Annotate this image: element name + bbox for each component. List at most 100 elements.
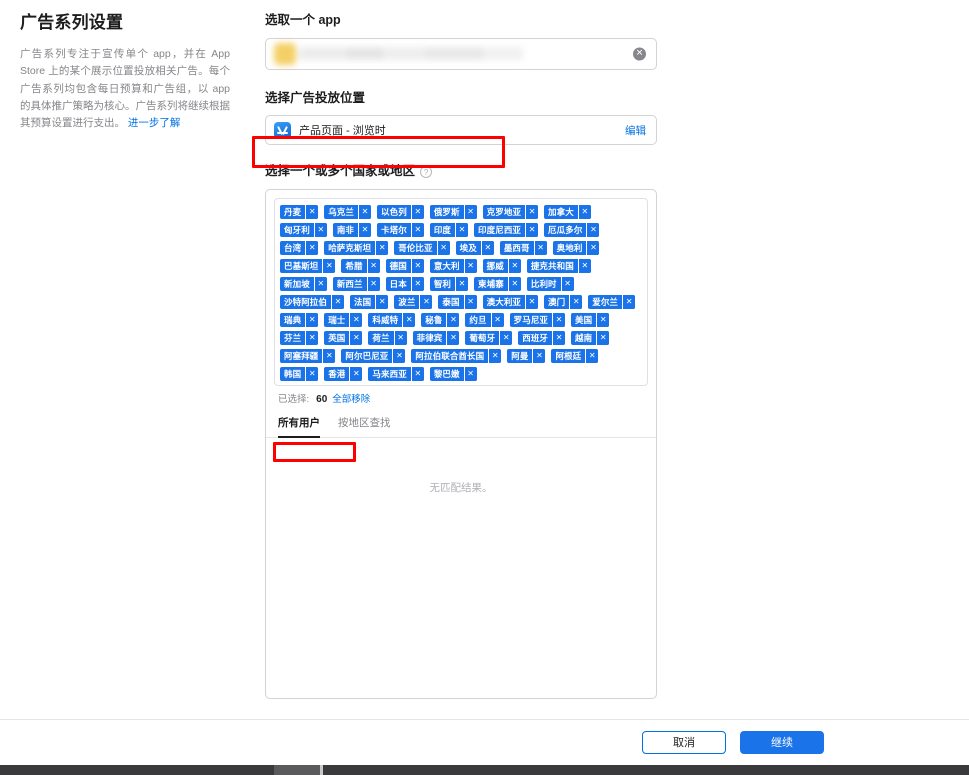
country-tag[interactable]: 澳门 ✕: [544, 294, 583, 309]
remove-country-icon[interactable]: ✕: [585, 348, 599, 363]
remove-country-icon[interactable]: ✕: [410, 366, 424, 381]
remove-country-icon[interactable]: ✕: [525, 294, 539, 309]
country-tag[interactable]: 匈牙利 ✕: [280, 222, 327, 237]
remove-country-icon[interactable]: ✕: [322, 258, 336, 273]
country-tag[interactable]: 南非 ✕: [332, 222, 372, 237]
country-tag[interactable]: 希腊 ✕: [341, 258, 380, 273]
edit-placement-link[interactable]: 编辑: [625, 123, 646, 138]
remove-country-icon[interactable]: ✕: [305, 240, 319, 255]
country-tag[interactable]: 越南 ✕: [571, 330, 610, 345]
remove-country-icon[interactable]: ✕: [366, 258, 380, 273]
remove-country-icon[interactable]: ✕: [533, 240, 547, 255]
clear-app-icon[interactable]: ✕: [633, 47, 646, 60]
country-tag[interactable]: 奥地利 ✕: [552, 240, 600, 255]
app-select-field[interactable]: ✕: [265, 37, 657, 70]
remove-country-icon[interactable]: ✕: [410, 276, 424, 291]
country-tag[interactable]: 韩国 ✕: [280, 366, 319, 381]
cancel-button[interactable]: 取消: [642, 730, 726, 754]
remove-country-icon[interactable]: ✕: [419, 294, 433, 309]
remove-country-icon[interactable]: ✕: [358, 222, 372, 237]
country-tag[interactable]: 墨西哥 ✕: [499, 240, 547, 255]
tab-all-users[interactable]: 所有用户: [278, 413, 320, 438]
country-tag[interactable]: 美国 ✕: [571, 312, 610, 327]
country-tag[interactable]: 哥伦比亚 ✕: [394, 240, 450, 255]
country-tag[interactable]: 德国 ✕: [385, 258, 424, 273]
remove-country-icon[interactable]: ✕: [322, 348, 336, 363]
remove-country-icon[interactable]: ✕: [586, 222, 600, 237]
tab-find-by-region[interactable]: 按地区查找: [338, 413, 391, 438]
remove-country-icon[interactable]: ✕: [490, 312, 504, 327]
remove-country-icon[interactable]: ✕: [577, 204, 591, 219]
country-tag[interactable]: 印度尼西亚 ✕: [474, 222, 539, 237]
remove-country-icon[interactable]: ✕: [375, 294, 389, 309]
remove-country-icon[interactable]: ✕: [446, 330, 460, 345]
country-tag[interactable]: 卡塔尔 ✕: [377, 222, 424, 237]
remove-country-icon[interactable]: ✕: [305, 330, 319, 345]
remove-country-icon[interactable]: ✕: [622, 294, 636, 309]
selected-countries-list[interactable]: 丹麦 ✕ 乌克兰 ✕ 以色列 ✕ 俄罗斯 ✕ 克罗地亚 ✕ 加拿大 ✕ 匈牙利 ✕ 南非 ✕ 卡塔尔 ✕ 印度 ✕ 印度…: [274, 197, 648, 386]
country-tag[interactable]: 沙特阿拉伯 ✕: [280, 294, 345, 309]
country-tag[interactable]: 科威特 ✕: [368, 312, 416, 327]
remove-country-icon[interactable]: ✕: [569, 294, 583, 309]
country-tag[interactable]: 新加坡 ✕: [280, 276, 327, 291]
remove-country-icon[interactable]: ✕: [305, 204, 319, 219]
country-tag[interactable]: 意大利 ✕: [429, 258, 477, 273]
placement-row[interactable]: 产品页面 - 浏览时 编辑: [265, 115, 657, 145]
continue-button[interactable]: 继续: [740, 730, 824, 754]
remove-country-icon[interactable]: ✕: [455, 276, 469, 291]
remove-country-icon[interactable]: ✕: [455, 222, 469, 237]
remove-country-icon[interactable]: ✕: [305, 312, 319, 327]
remove-country-icon[interactable]: ✕: [552, 312, 566, 327]
remove-country-icon[interactable]: ✕: [507, 258, 521, 273]
remove-country-icon[interactable]: ✕: [507, 276, 521, 291]
country-tag[interactable]: 菲律宾 ✕: [412, 330, 460, 345]
remove-country-icon[interactable]: ✕: [532, 348, 546, 363]
country-tag[interactable]: 智利 ✕: [429, 276, 469, 291]
remove-country-icon[interactable]: ✕: [480, 240, 494, 255]
country-tag[interactable]: 法国 ✕: [350, 294, 389, 309]
remove-country-icon[interactable]: ✕: [358, 204, 372, 219]
country-tag[interactable]: 丹麦 ✕: [280, 204, 319, 219]
country-tag[interactable]: 葡萄牙 ✕: [465, 330, 513, 345]
country-tag[interactable]: 阿拉伯联合酋长国 ✕: [411, 348, 502, 363]
country-tag[interactable]: 厄瓜多尔 ✕: [544, 222, 600, 237]
country-tag[interactable]: 秘鲁 ✕: [421, 312, 460, 327]
country-tag[interactable]: 埃及 ✕: [455, 240, 494, 255]
country-tag[interactable]: 阿根廷 ✕: [551, 348, 599, 363]
country-tag[interactable]: 哈萨克斯坦 ✕: [324, 240, 389, 255]
country-tag[interactable]: 巴基斯坦 ✕: [280, 258, 336, 273]
remove-country-icon[interactable]: ✕: [525, 204, 539, 219]
remove-country-icon[interactable]: ✕: [366, 276, 380, 291]
country-tag[interactable]: 日本 ✕: [385, 276, 424, 291]
remove-country-icon[interactable]: ✕: [488, 348, 502, 363]
country-tag[interactable]: 澳大利亚 ✕: [482, 294, 539, 309]
remove-country-icon[interactable]: ✕: [463, 366, 477, 381]
remove-country-icon[interactable]: ✕: [586, 240, 600, 255]
remove-country-icon[interactable]: ✕: [525, 222, 539, 237]
country-tag[interactable]: 克罗地亚 ✕: [482, 204, 539, 219]
remove-country-icon[interactable]: ✕: [305, 366, 319, 381]
remove-country-icon[interactable]: ✕: [410, 258, 424, 273]
country-tag[interactable]: 荷兰 ✕: [368, 330, 407, 345]
remove-country-icon[interactable]: ✕: [331, 294, 345, 309]
country-tag[interactable]: 泰国 ✕: [438, 294, 477, 309]
country-tag[interactable]: 新西兰 ✕: [332, 276, 380, 291]
remove-country-icon[interactable]: ✕: [446, 312, 460, 327]
help-icon[interactable]: ?: [420, 165, 433, 178]
country-tag[interactable]: 黎巴嫩 ✕: [429, 366, 477, 381]
remove-country-icon[interactable]: ✕: [499, 330, 513, 345]
country-tag[interactable]: 以色列 ✕: [377, 204, 424, 219]
country-tag[interactable]: 约旦 ✕: [465, 312, 504, 327]
country-tag[interactable]: 香港 ✕: [324, 366, 363, 381]
country-tag[interactable]: 罗马尼亚 ✕: [509, 312, 566, 327]
remove-country-icon[interactable]: ✕: [436, 240, 450, 255]
remove-country-icon[interactable]: ✕: [392, 348, 406, 363]
country-tag[interactable]: 比利时 ✕: [526, 276, 574, 291]
remove-country-icon[interactable]: ✕: [349, 312, 363, 327]
remove-country-icon[interactable]: ✕: [463, 294, 477, 309]
remove-country-icon[interactable]: ✕: [463, 258, 477, 273]
country-tag[interactable]: 俄罗斯 ✕: [429, 204, 477, 219]
remove-country-icon[interactable]: ✕: [313, 276, 327, 291]
remove-country-icon[interactable]: ✕: [349, 330, 363, 345]
remove-country-icon[interactable]: ✕: [393, 330, 407, 345]
